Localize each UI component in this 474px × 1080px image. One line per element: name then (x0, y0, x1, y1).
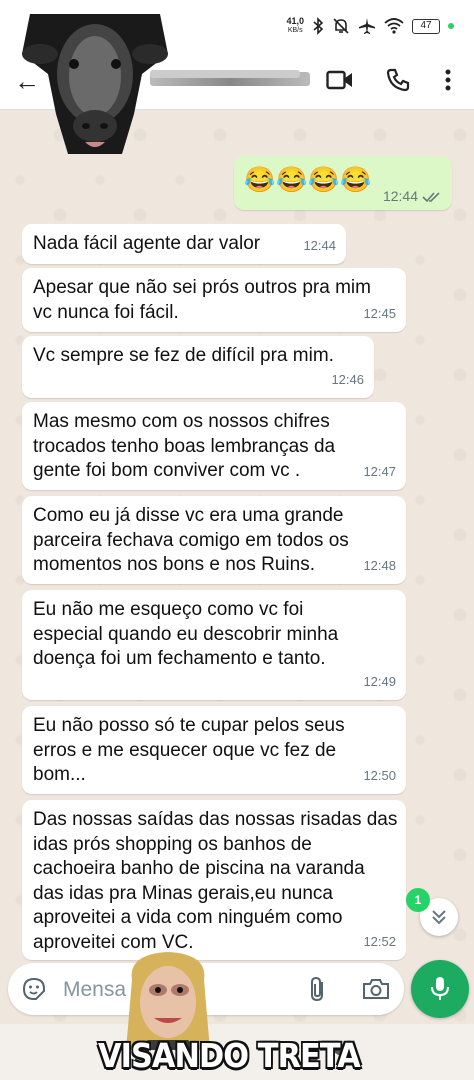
message-time: 12:49 (363, 673, 396, 689)
message-text: Mas mesmo com os nossos chifres trocados… (33, 411, 336, 481)
message-text: Vc sempre se fez de difícil pra mim. (33, 345, 334, 366)
incoming-message[interactable]: Mas mesmo com os nossos chifres trocados… (22, 402, 406, 490)
message-text: Apesar que não sei prós outros pra mim v… (33, 277, 371, 323)
more-options-icon[interactable] (434, 66, 462, 94)
message-text: Das nossas saídas das nossas risadas das… (33, 809, 398, 953)
net-speed-value: 41,0 (286, 16, 304, 26)
cow-avatar-image (22, 14, 168, 154)
contact-status-redacted (150, 70, 300, 78)
message-text: Eu não posso só te cupar pelos seus erro… (33, 715, 345, 785)
unread-count-badge: 1 (406, 888, 430, 912)
double-check-icon (422, 192, 440, 203)
net-speed-unit: KB/s (287, 27, 303, 34)
message-text: Nada fácil agente dar valor (33, 233, 261, 254)
message-time: 12:50 (363, 767, 396, 783)
attach-icon[interactable] (306, 976, 330, 1002)
sticker-icon[interactable] (22, 977, 46, 1001)
message-time: 12:46 (331, 371, 364, 387)
net-speed: 41,0 KB/s (286, 16, 304, 36)
incoming-message[interactable]: Das nossas saídas das nossas risadas das… (22, 800, 406, 960)
watermark-face-image (126, 952, 210, 1050)
camera-icon[interactable] (362, 977, 390, 1001)
message-time: 12:44 (382, 188, 418, 204)
watermark-text: VISANDO TRETA (98, 1036, 361, 1075)
message-text: Eu não me esqueço como vc foi especial q… (33, 599, 339, 669)
wifi-icon (384, 18, 404, 34)
message-time: 12:45 (363, 305, 396, 321)
phone-call-icon[interactable] (384, 66, 412, 94)
message-time: 12:48 (363, 557, 396, 573)
microphone-icon (431, 977, 449, 1000)
message-input[interactable]: Mensa (63, 978, 126, 1002)
incoming-message[interactable]: Como eu já disse vc era uma grande parce… (22, 496, 406, 584)
incoming-message[interactable]: Eu não me esqueço como vc foi especial q… (22, 590, 406, 700)
message-time: 12:52 (363, 933, 396, 949)
bluetooth-icon (313, 17, 324, 35)
message-time: 12:44 (303, 237, 336, 253)
incoming-message[interactable]: Apesar que não sei prós outros pra mim v… (22, 268, 406, 332)
outgoing-message[interactable]: 😂😂😂😂 12:44 (234, 156, 452, 210)
double-chevron-down-icon (432, 910, 446, 925)
incoming-message[interactable]: Nada fácil agente dar valor 12:44 (22, 224, 346, 264)
mute-icon (333, 18, 349, 34)
message-text: 😂😂😂😂 (244, 166, 373, 194)
mic-button[interactable] (411, 960, 469, 1018)
message-text: Como eu já disse vc era uma grande parce… (33, 505, 349, 575)
charging-dot (448, 23, 454, 29)
airplane-mode-icon (359, 18, 375, 34)
message-time: 12:47 (363, 463, 396, 479)
incoming-message[interactable]: Vc sempre se fez de difícil pra mim. 12:… (22, 336, 374, 398)
video-call-icon[interactable] (326, 66, 354, 94)
incoming-message[interactable]: Eu não posso só te cupar pelos seus erro… (22, 706, 406, 794)
battery-indicator: 47 (412, 18, 440, 34)
